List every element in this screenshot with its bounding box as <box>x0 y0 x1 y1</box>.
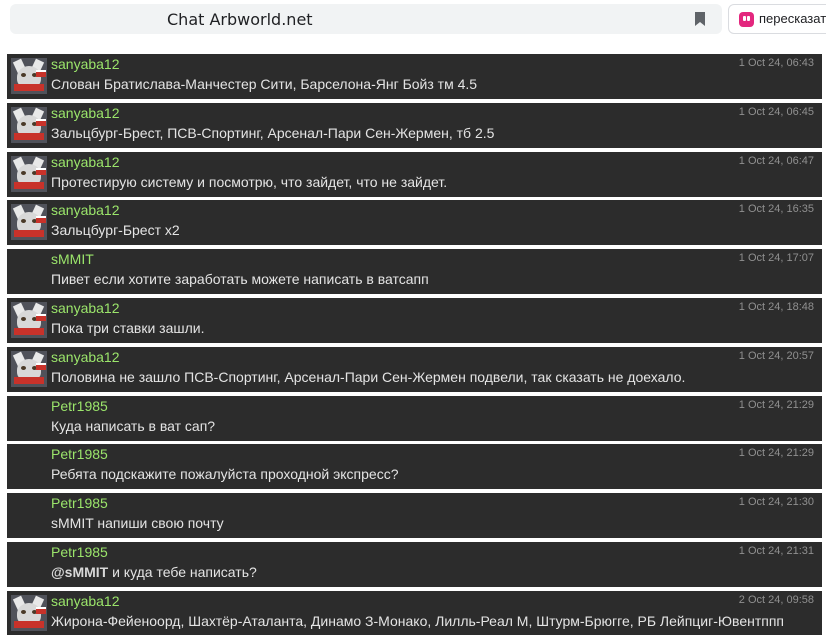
chat-message: Petr1985 1 Oct 24, 21:31 @sMMIT и куда т… <box>7 542 822 587</box>
message-timestamp: 1 Oct 24, 21:30 <box>738 496 814 508</box>
message-text: Слован Братислава-Манчестер Сити, Барсел… <box>51 76 478 92</box>
chat-message: sanyaba12 1 Oct 24, 20:57 Половина не за… <box>7 347 822 392</box>
message-text: Куда написать в ват сап? <box>51 418 216 434</box>
message-username[interactable]: Petr1985 <box>51 398 108 414</box>
message-timestamp: 1 Oct 24, 17:07 <box>738 252 814 264</box>
message-timestamp: 1 Oct 24, 21:31 <box>738 545 814 557</box>
quote-icon <box>739 12 754 27</box>
user-avatar[interactable] <box>11 302 47 338</box>
page-title: Chat Arbworld.net <box>167 10 313 29</box>
message-timestamp: 1 Oct 24, 21:29 <box>738 447 814 459</box>
message-username[interactable]: sanyaba12 <box>51 56 120 72</box>
message-username[interactable]: Petr1985 <box>51 446 108 462</box>
message-text: Пивет если хотите заработать можете напи… <box>51 271 429 287</box>
message-username[interactable]: sanyaba12 <box>51 154 120 170</box>
extension-label: пересказат <box>759 11 826 26</box>
message-timestamp: 1 Oct 24, 20:57 <box>738 350 814 362</box>
chat-message: Petr1985 1 Oct 24, 21:29 Ребята подскажи… <box>7 444 822 489</box>
message-text: @sMMIT и куда тебе написать? <box>51 564 257 580</box>
message-username[interactable]: sanyaba12 <box>51 105 120 121</box>
message-text: sMMIT напиши свою почту <box>51 515 224 531</box>
message-username[interactable]: sanyaba12 <box>51 202 120 218</box>
message-timestamp: 2 Oct 24, 09:58 <box>738 594 814 606</box>
user-avatar[interactable] <box>11 156 47 192</box>
message-text: Протестирую систему и посмотрю, что зайд… <box>51 174 448 190</box>
chat-message: Petr1985 1 Oct 24, 21:29 Куда написать в… <box>7 396 822 441</box>
message-timestamp: 1 Oct 24, 21:29 <box>738 399 814 411</box>
message-username[interactable]: sanyaba12 <box>51 593 120 609</box>
user-avatar[interactable] <box>11 595 47 631</box>
chat-message: sanyaba12 1 Oct 24, 06:43 Слован Братисл… <box>7 54 822 99</box>
message-username[interactable]: Petr1985 <box>51 544 108 560</box>
address-bar[interactable]: Chat Arbworld.net <box>10 4 722 34</box>
chat-message-list[interactable]: sanyaba12 1 Oct 24, 06:43 Слован Братисл… <box>0 54 826 635</box>
retell-extension-button[interactable]: пересказат <box>728 4 826 34</box>
message-text: Половина не зашло ПСВ-Спортинг, Арсенал-… <box>51 369 686 385</box>
browser-top-bar: Chat Arbworld.net пересказат <box>0 0 826 40</box>
message-timestamp: 1 Oct 24, 06:43 <box>738 57 814 69</box>
chat-message: Petr1985 1 Oct 24, 21:30 sMMIT напиши св… <box>7 493 822 538</box>
message-timestamp: 1 Oct 24, 06:45 <box>738 106 814 118</box>
message-text-rest: и куда тебе написать? <box>108 564 257 580</box>
chat-message: sanyaba12 1 Oct 24, 18:48 Пока три ставк… <box>7 298 822 343</box>
chat-message: sanyaba12 2 Oct 24, 09:58 Жирона-Фейеноо… <box>7 591 822 635</box>
message-username[interactable]: Petr1985 <box>51 495 108 511</box>
message-text: Зальцбург-Брест, ПСВ-Спортинг, Арсенал-П… <box>51 125 495 141</box>
message-timestamp: 1 Oct 24, 16:35 <box>738 203 814 215</box>
message-text: Ребята подскажите пожалуйста проходной э… <box>51 466 399 482</box>
user-avatar[interactable] <box>11 58 47 94</box>
message-username[interactable]: sMMIT <box>51 251 94 267</box>
message-username[interactable]: sanyaba12 <box>51 300 120 316</box>
message-text: Жирона-Фейеноорд, Шахтёр-Аталанта, Динам… <box>51 613 784 629</box>
bookmark-icon[interactable] <box>694 11 706 27</box>
user-avatar[interactable] <box>11 204 47 240</box>
message-text: Зальцбург-Брест х2 <box>51 222 180 238</box>
message-text: Пока три ставки зашли. <box>51 320 205 336</box>
user-mention[interactable]: @sMMIT <box>51 564 108 580</box>
message-timestamp: 1 Oct 24, 06:47 <box>738 155 814 167</box>
user-avatar[interactable] <box>11 351 47 387</box>
chat-message: sanyaba12 1 Oct 24, 06:45 Зальцбург-Брес… <box>7 103 822 148</box>
user-avatar[interactable] <box>11 107 47 143</box>
chat-message: sanyaba12 1 Oct 24, 16:35 Зальцбург-Брес… <box>7 200 822 245</box>
message-username[interactable]: sanyaba12 <box>51 349 120 365</box>
chat-message: sanyaba12 1 Oct 24, 06:47 Протестирую си… <box>7 152 822 197</box>
message-timestamp: 1 Oct 24, 18:48 <box>738 301 814 313</box>
chat-message: sMMIT 1 Oct 24, 17:07 Пивет если хотите … <box>7 249 822 294</box>
